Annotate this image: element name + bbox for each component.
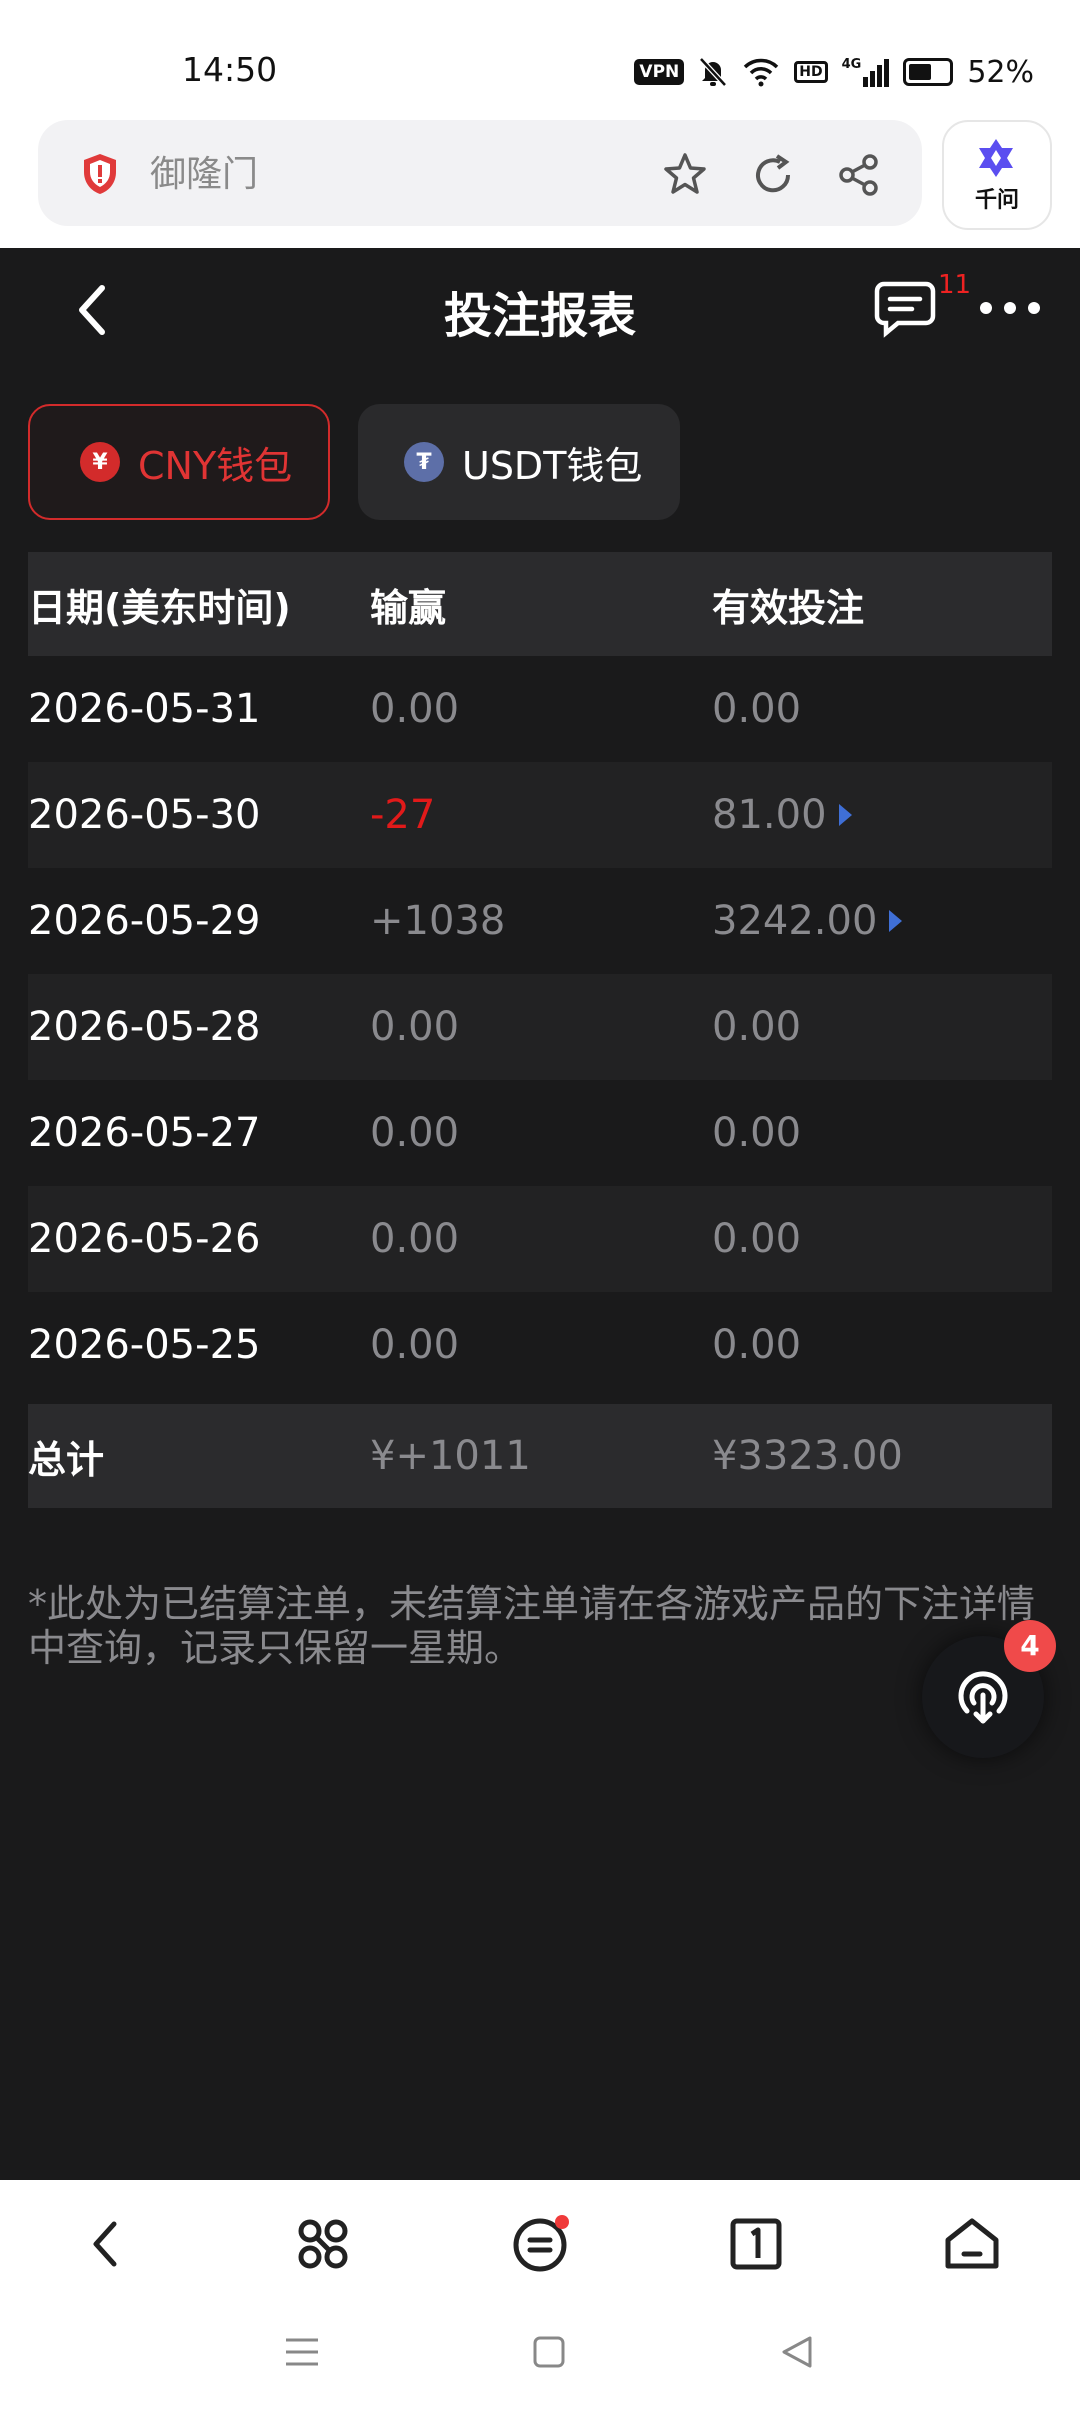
status-time: 14:50 — [182, 50, 278, 89]
broadcast-download-icon — [958, 1671, 1008, 1724]
share-icon[interactable] — [832, 148, 886, 202]
qwen-logo-icon — [979, 139, 1013, 177]
assistant-label: 千问 — [974, 188, 1019, 213]
table-total-row: 总计 ¥+1011 ¥3323.00 — [28, 1404, 1052, 1508]
total-label: 总计 — [28, 1437, 105, 1482]
table-row: 2026-05-27 0.00 0.00 — [28, 1080, 1052, 1186]
hd-icon: HD — [794, 61, 828, 83]
tab-usdt-label: USDT钱包 — [462, 443, 643, 488]
row-date: 2026-05-31 — [28, 686, 261, 732]
table-row: 2026-05-25 0.00 0.00 — [28, 1292, 1052, 1398]
floating-badge: 4 — [1004, 1620, 1056, 1672]
shield-icon[interactable] — [80, 152, 120, 196]
table-row[interactable]: 2026-05-29 +1038 3242.00 — [28, 868, 1052, 974]
table-row: 2026-05-26 0.00 0.00 — [28, 1186, 1052, 1292]
settlement-note: *此处为已结算注单，未结算注单请在各游戏产品的下注详情中查询，记录只保留一星期。 — [28, 1582, 1036, 1670]
row-win-loss: 0.00 — [370, 1322, 460, 1368]
nav-apps-button[interactable] — [283, 2204, 363, 2284]
apps-grid-icon — [298, 2219, 348, 2269]
reload-icon[interactable] — [746, 148, 800, 202]
row-valid-bet: 3242.00 — [712, 898, 878, 944]
column-header-win-loss: 输赢 — [370, 585, 447, 630]
table-row[interactable]: 2026-05-30 -27 81.00 — [28, 762, 1052, 868]
table-header: 日期(美东时间) 输赢 有效投注 — [28, 552, 1052, 656]
table-row: 2026-05-28 0.00 0.00 — [28, 974, 1052, 1080]
row-date: 2026-05-28 — [28, 1004, 261, 1050]
home-square-icon[interactable] — [532, 2334, 566, 2370]
row-valid-bet: 81.00 — [712, 792, 827, 838]
vpn-icon: VPN — [634, 59, 685, 85]
tab-cny-label: CNY钱包 — [138, 443, 293, 488]
status-icons: VPN HD 4G 52% — [634, 52, 1034, 92]
expand-arrow-icon[interactable] — [838, 804, 852, 826]
row-win-loss: 0.00 — [370, 1110, 460, 1156]
row-win-loss: +1038 — [370, 898, 506, 944]
nav-back-button[interactable] — [66, 2204, 146, 2284]
total-valid-bet: ¥3323.00 — [712, 1433, 903, 1479]
tab-cny-wallet[interactable]: ¥ CNY钱包 — [28, 404, 330, 520]
expand-arrow-icon[interactable] — [889, 910, 903, 932]
home-icon — [945, 2218, 999, 2269]
battery-level: 52% — [967, 54, 1034, 90]
signal-icon: 4G — [842, 57, 890, 87]
row-valid-bet: 0.00 — [712, 1216, 802, 1262]
row-date: 2026-05-29 — [28, 898, 261, 944]
battery-icon — [903, 58, 954, 86]
bookmark-star-icon[interactable] — [658, 148, 712, 202]
tab-usdt-wallet[interactable]: ₮ USDT钱包 — [358, 404, 680, 520]
row-valid-bet-cell[interactable]: 81.00 — [712, 792, 852, 838]
row-valid-bet: 0.00 — [712, 1110, 802, 1156]
row-date: 2026-05-27 — [28, 1110, 261, 1156]
back-triangle-icon[interactable] — [780, 2334, 814, 2370]
row-valid-bet-cell[interactable]: 3242.00 — [712, 898, 903, 944]
wifi-icon — [744, 58, 779, 87]
table-row: 2026-05-31 0.00 0.00 — [28, 656, 1052, 762]
row-valid-bet: 0.00 — [712, 686, 802, 732]
column-header-valid-bet: 有效投注 — [712, 585, 865, 630]
row-valid-bet: 0.00 — [712, 1004, 802, 1050]
menu-icon — [513, 2215, 569, 2272]
row-win-loss: 0.00 — [370, 686, 460, 732]
row-date: 2026-05-26 — [28, 1216, 261, 1262]
row-win-loss: -27 — [370, 792, 436, 838]
tabs-count-icon — [730, 2218, 782, 2270]
cny-coin-icon: ¥ — [80, 442, 120, 482]
row-date: 2026-05-25 — [28, 1322, 261, 1368]
mute-bell-icon — [699, 57, 728, 87]
recent-apps-icon[interactable] — [284, 2334, 320, 2370]
row-date: 2026-05-30 — [28, 792, 261, 838]
nav-home-button[interactable] — [932, 2204, 1012, 2284]
column-header-date: 日期(美东时间) — [28, 585, 291, 630]
bet-report-table: 日期(美东时间) 输赢 有效投注 2026-05-31 0.00 0.00 20… — [28, 552, 1052, 1508]
message-count-badge: 11 — [938, 270, 972, 300]
message-icon[interactable] — [874, 280, 936, 338]
usdt-coin-icon: ₮ — [404, 442, 444, 482]
nav-menu-button[interactable] — [500, 2204, 580, 2284]
nav-tabs-button[interactable] — [716, 2204, 796, 2284]
more-options-icon[interactable] — [978, 296, 1042, 320]
url-text[interactable]: 御隆门 — [150, 150, 258, 200]
total-win-loss: ¥+1011 — [370, 1433, 531, 1479]
row-win-loss: 0.00 — [370, 1004, 460, 1050]
row-valid-bet: 0.00 — [712, 1322, 802, 1368]
row-win-loss: 0.00 — [370, 1216, 460, 1262]
